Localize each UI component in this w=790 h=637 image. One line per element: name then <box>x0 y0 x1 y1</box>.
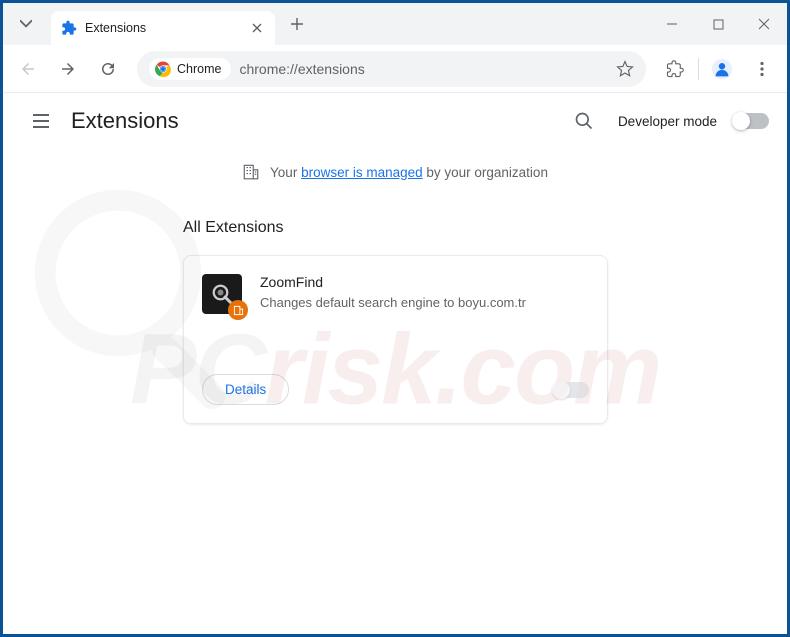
address-bar[interactable]: Chrome chrome://extensions <box>137 51 646 87</box>
maximize-button[interactable] <box>695 3 741 45</box>
toolbar-divider <box>698 58 699 80</box>
menu-button[interactable] <box>745 52 779 86</box>
details-button[interactable]: Details <box>202 374 289 405</box>
reload-button[interactable] <box>91 52 125 86</box>
extension-name: ZoomFind <box>260 274 589 290</box>
browser-tab[interactable]: Extensions <box>51 11 275 45</box>
extension-toggle[interactable] <box>553 382 589 398</box>
bookmark-star-icon[interactable] <box>616 60 634 78</box>
chrome-badge-label: Chrome <box>177 62 221 76</box>
minimize-button[interactable] <box>649 3 695 45</box>
back-button[interactable] <box>11 52 45 86</box>
search-button[interactable] <box>566 103 602 139</box>
tab-title: Extensions <box>85 21 249 35</box>
hamburger-menu[interactable] <box>21 101 61 141</box>
chrome-badge: Chrome <box>149 58 231 80</box>
developer-mode-label: Developer mode <box>618 114 717 129</box>
all-extensions-heading: All Extensions <box>183 219 787 237</box>
managed-badge-icon <box>228 300 248 320</box>
extension-icon-wrap <box>202 274 242 314</box>
building-icon <box>242 163 260 181</box>
extension-card: ZoomFind Changes default search engine t… <box>183 255 608 424</box>
page-title: Extensions <box>71 108 179 134</box>
profile-button[interactable] <box>705 52 739 86</box>
managed-link[interactable]: browser is managed <box>301 165 423 180</box>
browser-window: Extensions Chrome chrome://extensions <box>3 3 787 634</box>
forward-button[interactable] <box>51 52 85 86</box>
chrome-icon <box>155 61 171 77</box>
managed-suffix: by your organization <box>423 165 548 180</box>
managed-banner: Your browser is managed by your organiza… <box>3 149 787 195</box>
developer-mode-toggle[interactable] <box>733 113 769 129</box>
extension-description: Changes default search engine to boyu.co… <box>260 294 589 312</box>
managed-prefix: Your <box>270 165 301 180</box>
url-text: chrome://extensions <box>239 61 364 77</box>
close-window-button[interactable] <box>741 3 787 45</box>
toolbar: Chrome chrome://extensions <box>3 45 787 93</box>
extensions-puzzle-icon[interactable] <box>658 52 692 86</box>
new-tab-button[interactable] <box>283 10 311 38</box>
window-controls <box>649 3 787 45</box>
titlebar: Extensions <box>3 3 787 45</box>
extension-puzzle-icon <box>61 20 77 36</box>
tab-close-button[interactable] <box>249 20 265 36</box>
page-content: PCrisk.com Extensions Developer mode You… <box>3 93 787 634</box>
extensions-header: Extensions Developer mode <box>3 93 787 149</box>
tab-search-dropdown[interactable] <box>7 9 45 39</box>
